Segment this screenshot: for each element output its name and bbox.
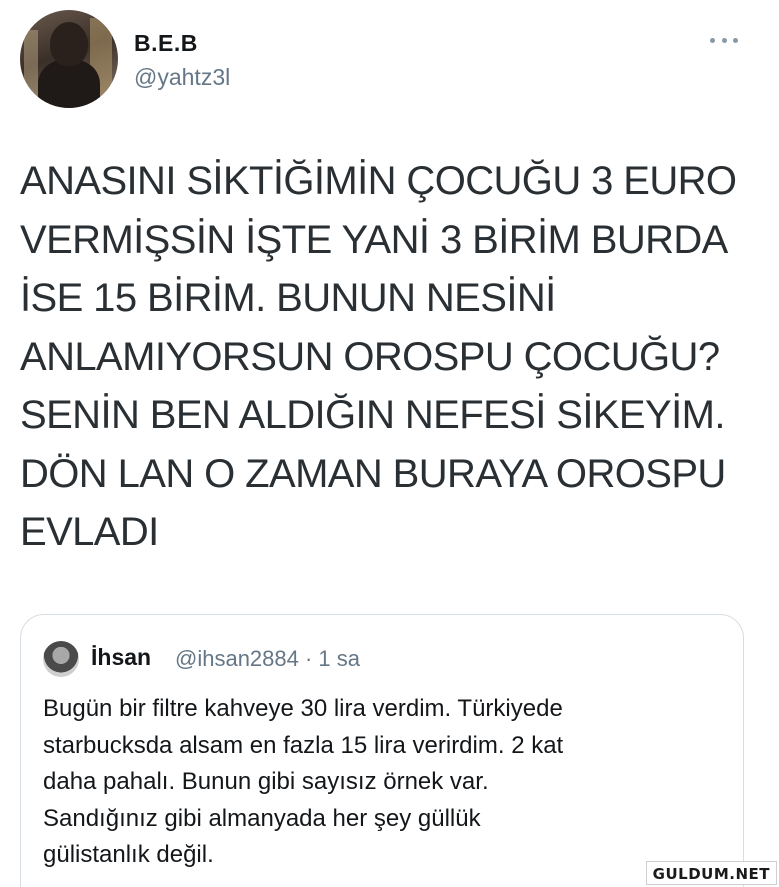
display-name[interactable]: B.E.B: [134, 30, 198, 57]
watermark-logo: GULDUM.NET: [645, 861, 777, 885]
quoted-text-line: daha pahalı. Bunun gibi sayısız örnek va…: [43, 768, 489, 795]
more-options-icon[interactable]: [708, 30, 740, 50]
quoted-text-line: Bugün bir filtre kahveye 30 lira verdim.…: [43, 695, 563, 722]
tweet-text-line: EVLADI: [20, 510, 159, 554]
tweet-text-line: ANLAMIYORSUN OROSPU ÇOCUĞU?: [20, 334, 720, 379]
tweet-text: ANASINI SİKTİĞİMİN ÇOCUĞU 3 EURO VERMİŞS…: [20, 152, 760, 562]
quoted-avatar: [43, 641, 79, 677]
quoted-display-name: İhsan: [91, 644, 152, 670]
tweet-text-line: VERMİŞSİN İŞTE YANİ 3 BİRİM BURDA: [20, 217, 728, 262]
quoted-tweet-text: Bugün bir filtre kahveye 30 lira verdim.…: [43, 691, 733, 874]
tweet-text-line: İSE 15 BİRİM. BUNUN NESİNİ: [20, 276, 556, 320]
avatar[interactable]: [20, 10, 118, 108]
quoted-tweet-card[interactable]: İhsan @ihsan2884 · 1 sa Bugün bir filtre…: [20, 614, 744, 887]
tweet-text-line: DÖN LAN O ZAMAN BURAYA OROSPU: [20, 451, 726, 496]
user-handle[interactable]: @yahtz3l: [134, 64, 230, 91]
quoted-text-line: gülistanlık değil.: [43, 841, 214, 868]
quoted-handle-time: @ihsan2884 · 1 sa: [175, 646, 361, 671]
tweet-text-line: SENİN BEN ALDIĞIN NEFESİ SİKEYİM.: [20, 393, 725, 437]
tweet-text-line: ANASINI SİKTİĞİMİN ÇOCUĞU 3 EURO: [20, 159, 737, 203]
quoted-text-line: Sandığınız gibi almanyada her şey güllük: [43, 804, 481, 832]
quoted-text-line: starbucksda alsam en fazla 15 lira verir…: [43, 731, 564, 759]
tweet-screenshot: B.E.B @yahtz3l ANASINI SİKTİĞİMİN ÇOCUĞU…: [0, 0, 779, 887]
